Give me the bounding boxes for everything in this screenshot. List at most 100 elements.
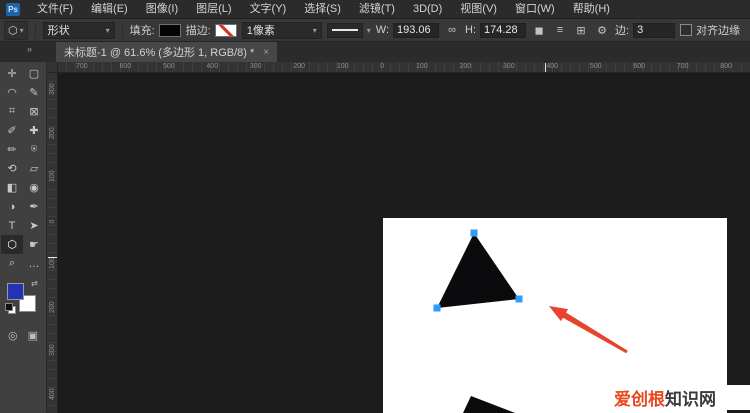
photoshop-window: Ps 文件(F)编辑(E)图像(I)图层(L)文字(Y)选择(S)滤镜(T)3D… [0, 0, 750, 413]
ruler-label: 0 [380, 62, 384, 71]
ruler-label: 300 [250, 62, 262, 71]
fill-color-swatch[interactable] [159, 24, 181, 37]
healing-brush-tool[interactable]: ✚ [23, 121, 45, 140]
ruler-label: 400 [206, 62, 218, 71]
solid-line-icon [327, 23, 363, 38]
menu-item[interactable]: 文字(Y) [241, 0, 296, 18]
ruler-label: 100 [49, 260, 56, 269]
horizontal-ruler[interactable]: 7006005004003002001000100200300400500600… [58, 62, 750, 73]
canvas-area[interactable]: 爱创根知识网 [58, 73, 750, 413]
path-alignment-icon[interactable]: ≡ [552, 24, 568, 36]
default-colors-icon[interactable] [5, 303, 14, 312]
shape-mode-value: 形状 [48, 22, 70, 38]
toolbar-collapse-icon[interactable]: » [27, 44, 31, 54]
lasso-tool[interactable]: ◠ [1, 83, 23, 102]
menu-item[interactable]: 窗口(W) [506, 0, 564, 18]
color-picker: ⇄ [2, 281, 46, 319]
path-select-tool[interactable]: ➤ [23, 216, 45, 235]
ruler-origin-corner[interactable] [47, 62, 58, 73]
menu-item[interactable]: 视图(V) [451, 0, 506, 18]
triangle-shape[interactable] [437, 233, 519, 308]
stroke-width-select[interactable]: 1像素 ▾ [242, 22, 322, 39]
anchor-point-top[interactable] [471, 230, 478, 237]
menu-item[interactable]: 选择(S) [295, 0, 350, 18]
pen-tool[interactable]: ✒ [23, 197, 45, 216]
watermark-rest-text: 知识网 [665, 385, 716, 410]
menu-item[interactable]: 编辑(E) [82, 0, 137, 18]
polygon-icon: ⬡ [8, 24, 18, 37]
tool-options-bar: ⬡ ▾ 形状 ▾ 填充: 描边: 1像素 ▾ ▾ W: 193.06 ∞ [0, 19, 750, 42]
menu-item[interactable]: 文件(F) [28, 0, 82, 18]
path-arrangement-icon[interactable]: ⊞ [573, 24, 589, 37]
chevron-down-icon: ▾ [367, 26, 371, 35]
ruler-label: 200 [49, 130, 56, 139]
frame-tool[interactable]: ⊠ [23, 102, 45, 121]
ruler-label: 100 [49, 173, 56, 182]
shape-mode-select[interactable]: 形状 ▾ [43, 22, 115, 39]
menu-item[interactable]: 3D(D) [404, 0, 451, 18]
history-brush-tool[interactable]: ⟲ [1, 159, 23, 178]
type-tool[interactable]: T [1, 216, 23, 235]
quick-select-tool[interactable]: ✎ [23, 83, 45, 102]
vertical-ruler[interactable]: 3002001000100200300400 [47, 73, 58, 413]
ruler-label: 400 [49, 391, 56, 400]
foreground-color-swatch[interactable] [7, 283, 24, 300]
eyedropper-tool[interactable]: ✐ [1, 121, 23, 140]
link-dimensions-icon[interactable]: ∞ [444, 24, 460, 36]
align-edges-option[interactable]: 对齐边缘 [680, 22, 740, 38]
width-label: W: [376, 24, 389, 36]
stroke-color-swatch[interactable] [215, 24, 237, 37]
shape-layer [58, 73, 750, 413]
ruler-label: 200 [293, 62, 305, 71]
close-icon[interactable]: × [263, 47, 269, 58]
gear-icon[interactable]: ⚙ [594, 24, 610, 37]
fill-label: 填充: [130, 22, 155, 38]
align-edges-checkbox[interactable] [680, 24, 692, 36]
hand-tool[interactable]: ☛ [23, 235, 45, 254]
brush-tool[interactable]: ✏ [1, 140, 23, 159]
cursor-position-marker-horizontal [545, 63, 546, 72]
tool-preset-picker[interactable]: ⬡ ▾ [4, 21, 28, 40]
partial-triangle-shape[interactable] [463, 396, 515, 413]
ruler-label: 300 [49, 347, 56, 356]
zoom-tool[interactable]: ⌕ [1, 254, 23, 273]
quick-mask-icon[interactable]: ◎ [8, 329, 18, 342]
blur-tool[interactable]: ◉ [23, 178, 45, 197]
clone-stamp-tool[interactable]: ⍟ [23, 140, 45, 159]
more-tools[interactable]: … [23, 254, 45, 273]
height-input[interactable]: 174.28 [480, 23, 526, 38]
chevron-down-icon: ▾ [313, 26, 317, 35]
polygon-tool[interactable]: ⬡ [1, 235, 23, 254]
marquee-tool[interactable]: ▢ [23, 64, 45, 83]
ruler-label: 600 [633, 62, 645, 71]
chevron-down-icon: ▾ [106, 26, 110, 35]
ruler-label: 600 [119, 62, 131, 71]
width-input[interactable]: 193.06 [393, 23, 439, 38]
stroke-style-select[interactable]: ▾ [327, 23, 371, 38]
separator [122, 22, 123, 38]
menu-item[interactable]: 帮助(H) [564, 0, 619, 18]
eraser-tool[interactable]: ▱ [23, 159, 45, 178]
ruler-label: 300 [49, 86, 56, 95]
anchor-point-bottom-right[interactable] [516, 296, 523, 303]
swap-colors-icon[interactable]: ⇄ [31, 279, 38, 288]
tools-grid: ✛▢◠✎⌗⊠✐✚✏⍟⟲▱◧◉◑✒T➤⬡☛⌕… [0, 62, 46, 273]
gradient-tool[interactable]: ◧ [1, 178, 23, 197]
document-tab[interactable]: 未标题-1 @ 61.6% (多边形 1, RGB/8) * × [56, 42, 277, 62]
stroke-width-value: 1像素 [247, 22, 275, 38]
anchor-point-bottom-left[interactable] [434, 305, 441, 312]
document-title: 未标题-1 @ 61.6% (多边形 1, RGB/8) * [64, 44, 254, 60]
menu-item[interactable]: 图像(I) [137, 0, 187, 18]
ruler-label: 700 [677, 62, 689, 71]
ruler-label: 100 [337, 62, 349, 71]
menu-item[interactable]: 滤镜(T) [350, 0, 404, 18]
sides-input[interactable]: 3 [633, 23, 675, 38]
dodge-tool[interactable]: ◑ [1, 197, 23, 216]
crop-tool[interactable]: ⌗ [1, 102, 23, 121]
ruler-label: 200 [49, 304, 56, 313]
menu-item[interactable]: 图层(L) [187, 0, 240, 18]
path-operations-icon[interactable]: ◼ [531, 24, 547, 37]
move-tool[interactable]: ✛ [1, 64, 23, 83]
screen-mode-icon[interactable]: ▣ [28, 329, 38, 342]
ruler-label: 300 [503, 62, 515, 71]
